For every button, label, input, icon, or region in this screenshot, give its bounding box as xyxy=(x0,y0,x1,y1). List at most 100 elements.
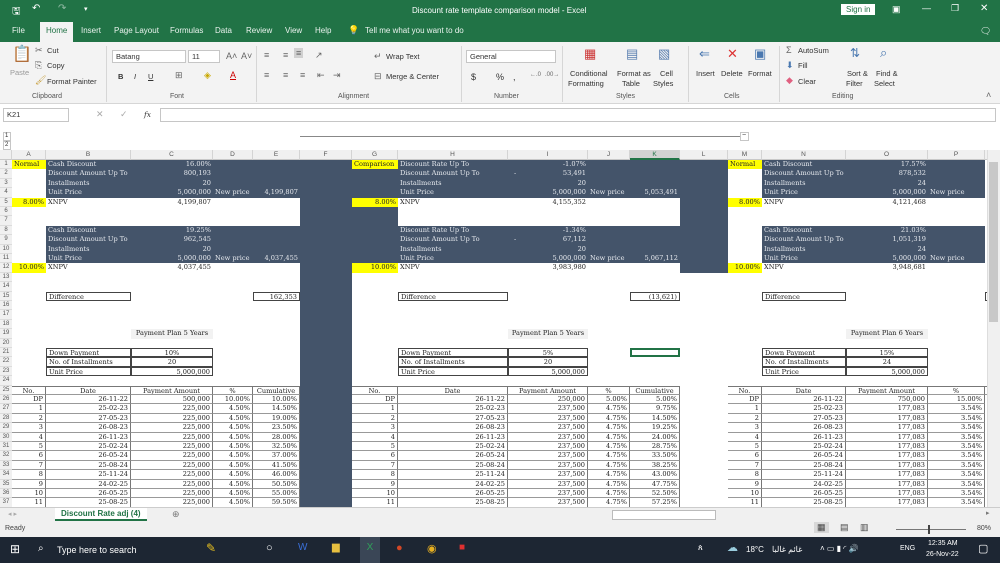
table-cell[interactable]: 225,000 xyxy=(131,423,213,433)
table-cell[interactable]: 52.50% xyxy=(630,489,680,499)
table-cell[interactable]: 43.00% xyxy=(630,470,680,480)
table-cell[interactable]: 5 xyxy=(728,442,762,452)
align-bottom-icon[interactable]: ≡ xyxy=(294,48,304,58)
powerpoint-icon[interactable]: ● xyxy=(396,542,403,554)
new-price-value[interactable]: 5,067,112 xyxy=(630,254,680,263)
section-label[interactable]: Cash Discount xyxy=(762,226,846,235)
xnpv-value[interactable]: 3,983,980 xyxy=(508,263,588,272)
section-label[interactable]: Installments xyxy=(762,245,846,254)
table-cell[interactable]: DP xyxy=(352,395,398,405)
table-cell[interactable]: 237,500 xyxy=(508,432,588,442)
align-center-icon[interactable]: ≡ xyxy=(283,70,288,80)
table-cell[interactable]: 4.75% xyxy=(588,404,630,414)
table-cell[interactable]: 237,500 xyxy=(508,423,588,433)
table-cell[interactable]: 3.54% xyxy=(928,479,985,489)
table-cell[interactable]: 3.54% xyxy=(928,404,985,414)
table-cell[interactable]: 25-02-23 xyxy=(398,404,508,414)
new-price-label[interactable]: New price xyxy=(213,188,253,197)
discount-rate-cell[interactable]: 8.00% xyxy=(728,197,762,207)
input-label[interactable]: No. of Installments xyxy=(398,357,508,367)
format-painter-button[interactable]: Format Painter xyxy=(47,77,97,86)
table-cell[interactable]: 25-02-24 xyxy=(46,442,131,452)
zoom-level[interactable]: 80% xyxy=(977,525,991,532)
taskbar-search[interactable]: Type here to search xyxy=(57,545,137,555)
table-cell[interactable]: 4.50% xyxy=(213,442,253,452)
column-header-o[interactable]: O xyxy=(846,150,928,160)
redo-icon[interactable]: ↷ xyxy=(58,3,66,14)
table-cell[interactable]: 50.50% xyxy=(253,479,300,489)
section-value[interactable]: 5,000,000 xyxy=(131,188,213,197)
section-value[interactable]: 19.25% xyxy=(131,226,213,235)
clear-button[interactable]: Clear xyxy=(798,77,816,86)
currency-button[interactable]: $ xyxy=(471,72,476,82)
row-header-19[interactable]: 19 xyxy=(0,329,12,339)
table-cell[interactable]: 41.50% xyxy=(253,460,300,471)
table-cell[interactable]: 25-02-23 xyxy=(762,404,846,414)
xnpv-label[interactable]: XNPV xyxy=(398,198,508,207)
section-value[interactable]: 20 xyxy=(508,179,588,188)
tab-data[interactable]: Data xyxy=(215,26,232,35)
section-label[interactable]: Discount Amount Up To xyxy=(46,169,131,178)
table-cell[interactable]: 7 xyxy=(728,460,762,471)
table-cell[interactable]: 47.75% xyxy=(630,479,680,489)
table-cell[interactable]: 4.50% xyxy=(213,432,253,442)
input-value[interactable]: 5% xyxy=(508,348,588,358)
word-icon[interactable]: W xyxy=(298,542,307,553)
table-cell[interactable]: 38.25% xyxy=(630,460,680,471)
table-cell[interactable]: 2 xyxy=(728,413,762,424)
table-cell[interactable]: 27-05-23 xyxy=(762,413,846,424)
notifications-icon[interactable]: ▢ xyxy=(978,542,988,555)
table-cell[interactable]: 26-08-23 xyxy=(398,423,508,433)
vertical-scrollbar-thumb[interactable] xyxy=(989,162,998,322)
table-cell[interactable]: 3.54% xyxy=(928,423,985,433)
conditional-formatting-button[interactable]: Conditional xyxy=(570,69,608,78)
new-price-label[interactable]: New price xyxy=(928,188,985,197)
section-label[interactable]: Discount Amount Up To xyxy=(398,235,508,244)
align-left-icon[interactable]: ≡ xyxy=(264,70,269,80)
row-header-29[interactable]: 29 xyxy=(0,423,12,433)
table-cell[interactable]: 1 xyxy=(352,404,398,414)
discount-rate-cell[interactable]: 10.00% xyxy=(728,263,762,273)
panel-label[interactable]: Normal xyxy=(728,160,762,170)
input-value[interactable]: 10% xyxy=(131,348,213,358)
column-header-i[interactable]: I xyxy=(508,150,588,160)
table-cell[interactable]: 26-05-25 xyxy=(762,489,846,499)
input-value[interactable]: 5,000,000 xyxy=(508,366,588,377)
table-cell[interactable]: 5.00% xyxy=(588,395,630,405)
row-header-31[interactable]: 31 xyxy=(0,442,12,452)
table-cell[interactable]: 7 xyxy=(352,460,398,471)
row-header-11[interactable]: 11 xyxy=(0,254,12,264)
scroll-tabs-left-icon[interactable]: ◂ ▸ xyxy=(8,510,17,518)
row-header-8[interactable]: 8 xyxy=(0,225,12,236)
table-cell[interactable]: 4.75% xyxy=(588,442,630,452)
table-cell[interactable]: 4.75% xyxy=(588,460,630,471)
cut-button[interactable]: Cut xyxy=(47,46,59,55)
new-price-label[interactable]: New price xyxy=(928,254,985,263)
close-icon[interactable]: ✕ xyxy=(980,3,988,14)
payment-plan-title[interactable]: Payment Plan 5 Years xyxy=(131,329,213,339)
table-cell[interactable]: 237,500 xyxy=(508,479,588,489)
section-value[interactable]: -1.34% xyxy=(508,226,588,235)
outline-collapse-button[interactable]: − xyxy=(740,132,749,141)
language-indicator[interactable]: ENG xyxy=(900,545,915,552)
difference-value[interactable]: 162,353 xyxy=(253,291,300,301)
discount-rate-cell[interactable]: 8.00% xyxy=(352,197,398,207)
excel-icon[interactable]: X xyxy=(360,537,380,563)
row-header-13[interactable]: 13 xyxy=(0,272,12,283)
table-cell[interactable]: 237,500 xyxy=(508,413,588,424)
table-cell[interactable]: 4.75% xyxy=(588,470,630,480)
tab-review[interactable]: Review xyxy=(246,26,272,35)
restore-icon[interactable]: ❐ xyxy=(951,3,959,14)
tell-me-search[interactable]: Tell me what you want to do xyxy=(365,26,464,35)
people-icon[interactable]: ጰ xyxy=(698,543,703,553)
table-cell[interactable]: 3.54% xyxy=(928,413,985,424)
table-cell[interactable]: 9 xyxy=(728,479,762,489)
comma-button[interactable]: , xyxy=(513,72,516,82)
difference-label[interactable]: Difference xyxy=(46,291,131,301)
table-cell[interactable]: 177,083 xyxy=(846,432,928,442)
table-cell[interactable]: 225,000 xyxy=(131,489,213,499)
section-label[interactable]: Discount Rate Up To xyxy=(398,160,508,169)
column-header-e[interactable]: E xyxy=(253,150,300,160)
table-cell[interactable]: 25-08-24 xyxy=(762,460,846,471)
table-cell[interactable]: 26-11-22 xyxy=(398,395,508,405)
